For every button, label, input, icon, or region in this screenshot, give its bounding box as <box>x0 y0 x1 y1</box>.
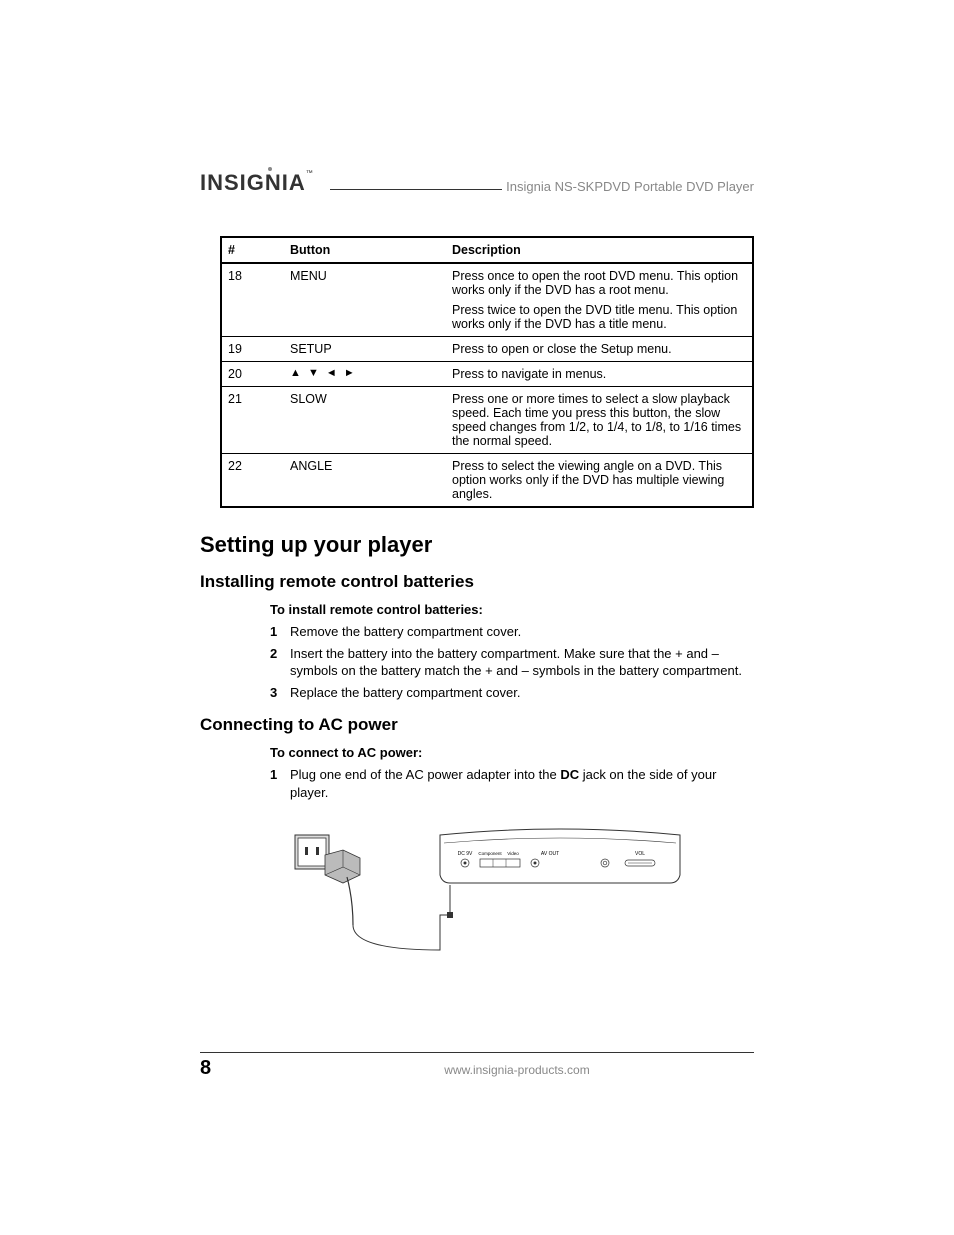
svg-text:AV OUT: AV OUT <box>541 851 559 857</box>
row-desc: Press one or more times to select a slow… <box>446 387 753 454</box>
row-desc: Press to open or close the Setup menu. <box>446 337 753 362</box>
row-button: MENU <box>284 263 446 337</box>
row-desc: Press to select the viewing angle on a D… <box>446 454 753 508</box>
row-desc: Press to navigate in menus. <box>446 362 753 387</box>
brand-logo: INSIGNIA™ <box>200 170 320 196</box>
step-text: Replace the battery compartment cover. <box>290 684 754 702</box>
subsection-heading: Connecting to AC power <box>200 715 754 735</box>
step: 1 Plug one end of the AC power adapter i… <box>270 766 754 801</box>
step-text: Plug one end of the AC power adapter int… <box>290 766 754 801</box>
step-number: 1 <box>270 766 290 801</box>
table-row: 19 SETUP Press to open or close the Setu… <box>221 337 753 362</box>
table-row: 21 SLOW Press one or more times to selec… <box>221 387 753 454</box>
row-num: 21 <box>221 387 284 454</box>
row-button: ANGLE <box>284 454 446 508</box>
page-number: 8 <box>200 1057 280 1080</box>
step: 3 Replace the battery compartment cover. <box>270 684 754 702</box>
svg-text:Video: Video <box>507 851 519 856</box>
step: 2 Insert the battery into the battery co… <box>270 645 754 680</box>
subsection-heading: Installing remote control batteries <box>200 572 754 592</box>
row-num: 18 <box>221 263 284 337</box>
row-button: ▲ ▼ ◄ ► <box>284 362 446 387</box>
row-num: 19 <box>221 337 284 362</box>
svg-text:DC 9V: DC 9V <box>458 851 473 857</box>
section-heading: Setting up your player <box>200 532 754 558</box>
page-footer: 8 www.insignia-products.com <box>200 1052 754 1080</box>
col-header-num: # <box>221 237 284 263</box>
step-number: 1 <box>270 623 290 641</box>
button-reference-table: # Button Description 18 MENU Press once … <box>220 236 754 508</box>
footer-url: www.insignia-products.com <box>280 1063 754 1077</box>
step-number: 3 <box>270 684 290 702</box>
row-button: SLOW <box>284 387 446 454</box>
brand-text: INSIGNIA <box>200 170 306 195</box>
row-button: SETUP <box>284 337 446 362</box>
table-row: 18 MENU Press once to open the root DVD … <box>221 263 753 337</box>
svg-text:VOL: VOL <box>635 851 645 857</box>
col-header-desc: Description <box>446 237 753 263</box>
table-row: 22 ANGLE Press to select the viewing ang… <box>221 454 753 508</box>
row-desc: Press once to open the root DVD menu. Th… <box>446 263 753 337</box>
step-text: Remove the battery compartment cover. <box>290 623 754 641</box>
col-header-button: Button <box>284 237 446 263</box>
instructions-block: To install remote control batteries: 1 R… <box>270 602 754 701</box>
row-num: 22 <box>221 454 284 508</box>
document-title: Insignia NS-SKPDVD Portable DVD Player <box>502 179 754 196</box>
page-header: INSIGNIA™ Insignia NS-SKPDVD Portable DV… <box>200 170 754 196</box>
table-row: 20 ▲ ▼ ◄ ► Press to navigate in menus. <box>221 362 753 387</box>
step-number: 2 <box>270 645 290 680</box>
instructions-lead: To install remote control batteries: <box>270 602 754 617</box>
svg-text:Component: Component <box>478 851 502 856</box>
row-num: 20 <box>221 362 284 387</box>
step: 1 Remove the battery compartment cover. <box>270 623 754 641</box>
step-text: Insert the battery into the battery comp… <box>290 645 754 680</box>
ac-power-diagram: DC 9V Component Video AV OUT VOL <box>290 815 690 955</box>
instructions-lead: To connect to AC power: <box>270 745 754 760</box>
instructions-block: To connect to AC power: 1 Plug one end o… <box>270 745 754 801</box>
